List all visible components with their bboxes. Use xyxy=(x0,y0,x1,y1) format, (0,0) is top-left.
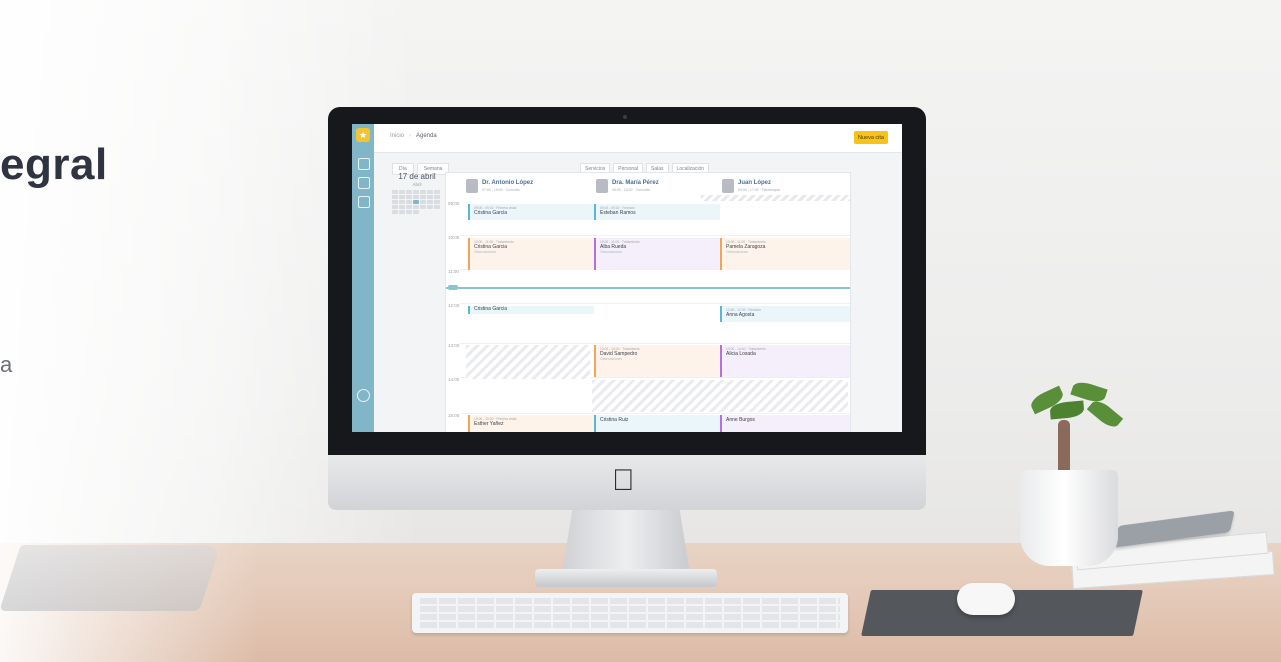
agenda-grid: Dr. Antonio López 07:00 - 15:00 · Consul… xyxy=(445,172,851,432)
top-bar: Inicio › Agenda Nueva cita xyxy=(374,124,902,153)
keyboard xyxy=(412,593,848,633)
new-appointment-button[interactable]: Nueva cita xyxy=(854,131,888,144)
avatar xyxy=(722,179,734,193)
appointment-card[interactable]: 12:00 - 12:30 · Revisión Anna Agosta xyxy=(720,306,850,322)
patients-icon[interactable] xyxy=(358,158,370,170)
camera-dot xyxy=(623,115,627,119)
current-time-badge xyxy=(448,285,458,290)
blocked-slot xyxy=(701,195,850,201)
time-label: 11:00 xyxy=(448,269,459,274)
doctor-schedule: 09:00 - 17:00 · Fisioterapia xyxy=(738,188,780,192)
breadcrumb-home[interactable]: Inicio xyxy=(390,133,404,139)
app-logo-icon[interactable]: ★ xyxy=(356,128,370,142)
mini-calendar-days[interactable] xyxy=(392,190,442,214)
appointment-card[interactable]: 09:00 - 09:30 · Primera visita Cristina G… xyxy=(468,204,594,220)
grid-line xyxy=(460,413,850,414)
grid-line xyxy=(460,343,850,344)
appointment-card[interactable]: 13:00 - 14:00 · Tratamiento Alicia Losada xyxy=(720,345,850,377)
appointment-card[interactable]: 13:00 - 14:00 · Tratamiento David Sampedr… xyxy=(594,345,720,377)
apple-logo-icon:  xyxy=(612,466,635,496)
current-time-line xyxy=(446,287,850,289)
doctor-schedule: 07:00 - 15:00 · Consulta xyxy=(482,188,520,192)
doctor-name: Dra. María Pérez xyxy=(612,180,659,186)
mini-calendar-date: 17 de abril xyxy=(398,172,436,181)
doctor-name: Dr. Antonio López xyxy=(482,180,534,186)
mouse xyxy=(957,583,1015,615)
imac-stand-foot xyxy=(535,569,717,587)
appointment-card[interactable]: 09:00 - 09:30 · Revisión Esteban Ramos xyxy=(594,204,720,220)
doctor-schedule: 08:00 - 16:00 · Consulta xyxy=(612,188,650,192)
time-label: 10:00 xyxy=(448,235,460,240)
appointment-card[interactable]: Cristina Garcia xyxy=(468,306,594,314)
laptop-image xyxy=(0,545,221,611)
breadcrumb: Inicio › Agenda xyxy=(390,133,437,139)
time-label: 14:00 xyxy=(448,377,460,382)
breadcrumb-current: Agenda xyxy=(416,133,437,139)
mini-calendar: 17 de abril Abril xyxy=(392,172,442,232)
plant-leaf xyxy=(1086,396,1124,432)
time-label: 15:00 xyxy=(448,413,460,418)
plant-stem xyxy=(1058,420,1070,476)
avatar xyxy=(596,179,608,193)
mini-calendar-month: Abril xyxy=(412,182,422,187)
appointment-card[interactable]: 10:00 - 11:00 · Tratamiento Pamela Zarago… xyxy=(720,238,850,270)
grid-line xyxy=(460,235,850,236)
hero-headline: egral xyxy=(0,140,108,189)
appointment-card[interactable]: 10:00 - 11:00 · Tratamiento Alba Rueda Obs… xyxy=(594,238,720,270)
plant-pot xyxy=(1020,470,1118,566)
sidebar-rail: ★ xyxy=(352,124,374,432)
app-screen: ★ Inicio › Agenda Nueva cita Día Semana Ser… xyxy=(352,124,902,432)
time-label: 13:00 xyxy=(448,343,460,348)
time-label: 09:00 xyxy=(448,201,460,206)
avatar xyxy=(466,179,478,193)
hero-subtext: a xyxy=(0,352,13,377)
time-label: 12:00 xyxy=(448,303,460,308)
appointment-card[interactable]: 15:00 - 15:30 · Primera visita Esther Yañ… xyxy=(468,415,594,432)
blocked-slot xyxy=(592,380,848,412)
grid-line xyxy=(460,303,850,304)
agenda-icon[interactable] xyxy=(358,177,370,189)
billing-icon[interactable] xyxy=(358,196,370,208)
imac-stand-neck xyxy=(562,510,690,574)
doctor-name: Juan López xyxy=(738,180,772,186)
blocked-slot xyxy=(466,345,590,379)
user-profile-icon[interactable] xyxy=(357,389,370,402)
appointment-card[interactable]: 10:00 - 11:00 · Tratamiento Cristina Garc… xyxy=(468,238,594,270)
appointment-card[interactable]: Cristina Ruiz xyxy=(594,415,720,432)
appointment-card[interactable]: Anne Burgos xyxy=(720,415,850,432)
